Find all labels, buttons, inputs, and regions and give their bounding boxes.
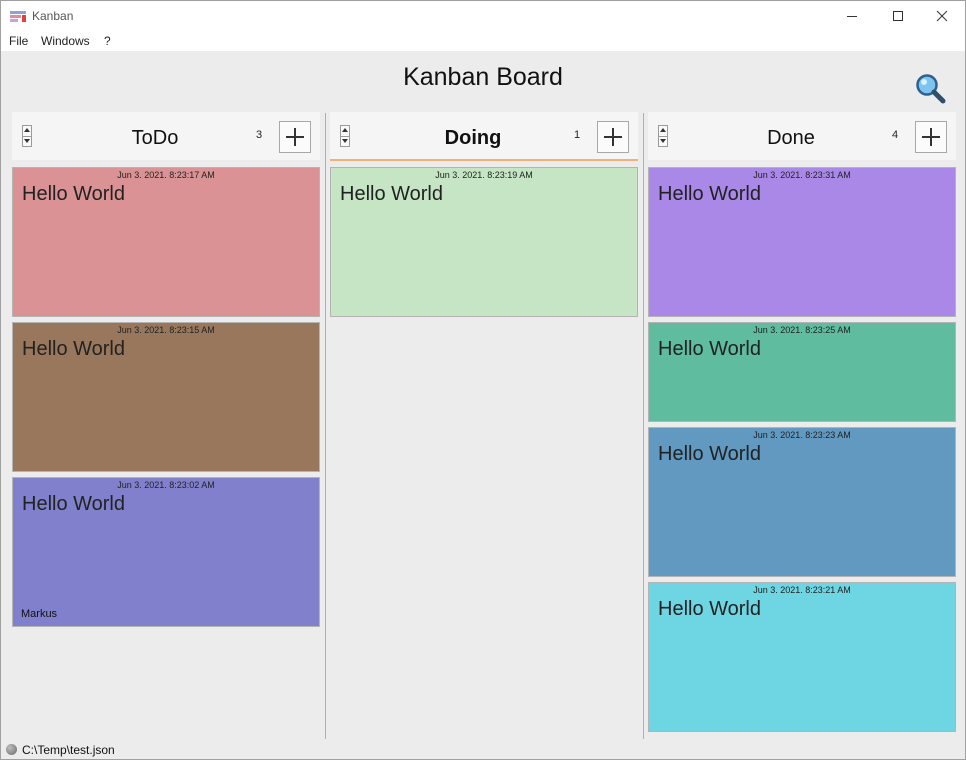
card[interactable]: Jun 3. 2021. 8:23:15 AM Hello World (12, 322, 320, 472)
status-dot-icon (6, 744, 17, 755)
card[interactable]: Jun 3. 2021. 8:23:19 AM Hello World (330, 167, 638, 317)
card-text: Hello World (658, 598, 761, 620)
search-icon (916, 74, 946, 104)
card-count: 1 (574, 129, 581, 141)
card-timestamp: Jun 3. 2021. 8:23:25 AM (753, 325, 851, 335)
card-timestamp: Jun 3. 2021. 8:23:02 AM (117, 480, 215, 490)
card[interactable]: Jun 3. 2021. 8:23:21 AM Hello World (648, 582, 956, 732)
menu-bar: File Windows ? (1, 31, 965, 51)
card-text: Hello World (340, 183, 443, 205)
card[interactable]: Jun 3. 2021. 8:23:02 AM Hello World Mark… (12, 477, 320, 627)
search-button[interactable] (913, 72, 947, 106)
card-text: Hello World (658, 443, 761, 465)
card-timestamp: Jun 3. 2021. 8:23:31 AM (753, 170, 851, 180)
card-text: Hello World (22, 183, 125, 205)
column-divider[interactable] (325, 113, 326, 739)
card-text: Hello World (22, 338, 125, 360)
menu-file[interactable]: File (9, 34, 28, 48)
card-count: 4 (892, 129, 899, 141)
maximize-icon (893, 11, 903, 21)
minimize-icon (847, 16, 857, 17)
column-divider[interactable] (643, 113, 644, 739)
maximize-button[interactable] (875, 1, 921, 31)
column-header: ToDo 3 (12, 112, 320, 160)
active-column-indicator (330, 159, 638, 161)
add-card-button[interactable] (597, 121, 629, 153)
column-header: Doing 1 (330, 112, 638, 161)
title-bar[interactable]: Kanban (1, 1, 965, 31)
card-text: Hello World (22, 493, 125, 515)
status-bar: C:\Temp\test.json (1, 740, 965, 760)
close-button[interactable] (919, 1, 965, 31)
card[interactable]: Jun 3. 2021. 8:23:17 AM Hello World (12, 167, 320, 317)
add-card-button[interactable] (915, 121, 947, 153)
card-timestamp: Jun 3. 2021. 8:23:15 AM (117, 325, 215, 335)
menu-help[interactable]: ? (104, 34, 111, 48)
board-title: Kanban Board (403, 63, 563, 91)
card-timestamp: Jun 3. 2021. 8:23:21 AM (753, 585, 851, 595)
minimize-button[interactable] (829, 1, 875, 31)
card-timestamp: Jun 3. 2021. 8:23:23 AM (753, 430, 851, 440)
card[interactable]: Jun 3. 2021. 8:23:31 AM Hello World (648, 167, 956, 317)
status-file-path: C:\Temp\test.json (22, 743, 115, 757)
close-icon (936, 10, 948, 22)
column-header: Done 4 (648, 112, 956, 160)
add-card-button[interactable] (279, 121, 311, 153)
kanban-window: Kanban File Windows ? Kanban Board ToDo … (0, 0, 966, 760)
menu-windows[interactable]: Windows (41, 34, 90, 48)
window-title: Kanban (32, 9, 74, 23)
card-text: Hello World (658, 183, 761, 205)
kanban-app-icon (10, 11, 26, 22)
card-timestamp: Jun 3. 2021. 8:23:19 AM (435, 170, 533, 180)
card-owner: Markus (21, 608, 58, 620)
card[interactable]: Jun 3. 2021. 8:23:25 AM Hello World (648, 322, 956, 422)
card-text: Hello World (658, 338, 761, 360)
card-timestamp: Jun 3. 2021. 8:23:17 AM (117, 170, 215, 180)
card[interactable]: Jun 3. 2021. 8:23:23 AM Hello World (648, 427, 956, 577)
card-count: 3 (256, 129, 263, 141)
